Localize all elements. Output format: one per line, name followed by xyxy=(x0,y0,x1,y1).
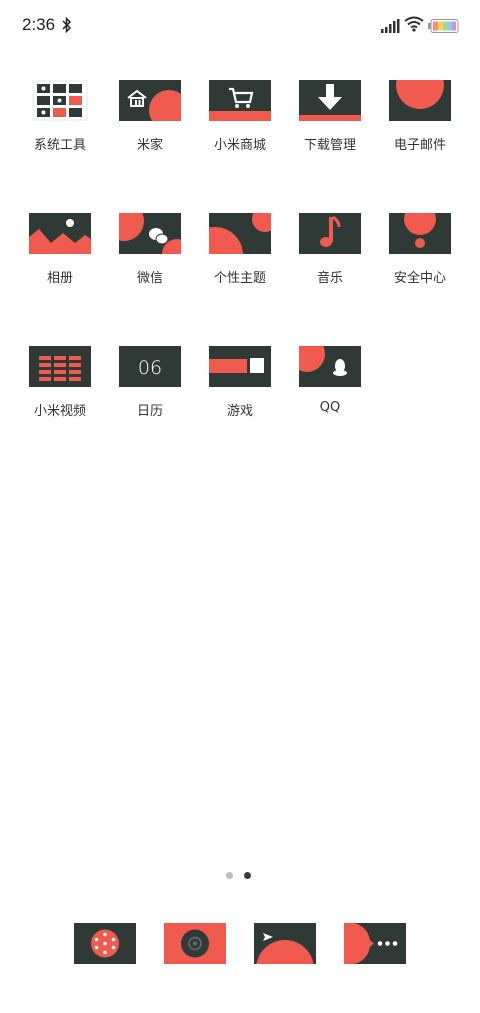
app-label: 微信 xyxy=(136,271,163,286)
app-wechat[interactable]: 微信 xyxy=(105,213,195,297)
qq-penguin-icon xyxy=(299,346,361,387)
app-mijia[interactable]: 米家 xyxy=(105,80,195,164)
security-icon xyxy=(389,213,451,254)
shopping-cart-icon xyxy=(209,80,271,121)
video-icon xyxy=(29,346,91,387)
signal-icon xyxy=(380,18,400,37)
themes-icon xyxy=(209,213,271,254)
wechat-icon xyxy=(119,213,181,254)
app-mi-store[interactable]: 小米商城 xyxy=(195,80,285,164)
app-security[interactable]: 安全中心 xyxy=(375,213,465,297)
phone-dialpad-icon xyxy=(74,923,136,964)
app-label: 米家 xyxy=(136,138,163,153)
app-games[interactable]: 游戏 xyxy=(195,346,285,430)
status-bar: 2:36 xyxy=(0,0,480,52)
app-music[interactable]: 音乐 xyxy=(285,213,375,297)
app-label: 小米商城 xyxy=(213,138,266,153)
app-label: 游戏 xyxy=(226,404,253,419)
bluetooth-icon xyxy=(62,16,72,38)
calendar-date-text: 06 xyxy=(138,357,162,379)
messages-send-icon xyxy=(254,923,316,964)
wifi-icon xyxy=(404,16,424,36)
app-label: 音乐 xyxy=(316,271,343,286)
app-label: 小米视频 xyxy=(33,404,86,419)
app-label: 安全中心 xyxy=(393,271,446,286)
app-mi-video[interactable]: 小米视频 xyxy=(15,346,105,430)
dock-app-phone[interactable] xyxy=(74,923,136,964)
calendar-icon: 06 xyxy=(119,346,181,387)
game-icon xyxy=(209,346,271,387)
app-gallery[interactable]: 相册 xyxy=(15,213,105,297)
app-system-tools[interactable]: 系统工具 xyxy=(15,80,105,164)
app-label: QQ xyxy=(319,400,341,415)
more-apps-icon xyxy=(344,923,406,964)
status-time: 2:36 xyxy=(22,15,56,34)
page-dot-1[interactable] xyxy=(226,872,233,879)
app-qq[interactable]: QQ xyxy=(285,346,375,430)
app-downloads[interactable]: 下载管理 xyxy=(285,80,375,164)
app-label: 日历 xyxy=(136,404,163,419)
app-label: 系统工具 xyxy=(33,138,86,153)
camera-lens-icon xyxy=(164,923,226,964)
dock-app-camera[interactable] xyxy=(164,923,226,964)
app-label: 个性主题 xyxy=(213,271,266,286)
app-calendar[interactable]: 06 日历 xyxy=(105,346,195,430)
app-label: 电子邮件 xyxy=(393,138,446,153)
email-icon xyxy=(389,80,451,121)
app-label: 相册 xyxy=(46,271,73,286)
app-email[interactable]: 电子邮件 xyxy=(375,80,465,164)
app-label: 下载管理 xyxy=(303,138,356,153)
battery-icon xyxy=(428,18,460,37)
dock-app-messages[interactable] xyxy=(254,923,316,964)
music-note-icon xyxy=(299,213,361,254)
download-arrow-icon xyxy=(299,80,361,121)
system-tools-folder-icon xyxy=(29,80,91,121)
app-themes[interactable]: 个性主题 xyxy=(195,213,285,297)
dock-app-more[interactable] xyxy=(344,923,406,964)
gallery-mountain-icon xyxy=(29,213,91,254)
page-dot-2[interactable] xyxy=(244,872,251,879)
mijia-home-icon xyxy=(119,80,181,121)
page-indicator xyxy=(226,872,256,882)
